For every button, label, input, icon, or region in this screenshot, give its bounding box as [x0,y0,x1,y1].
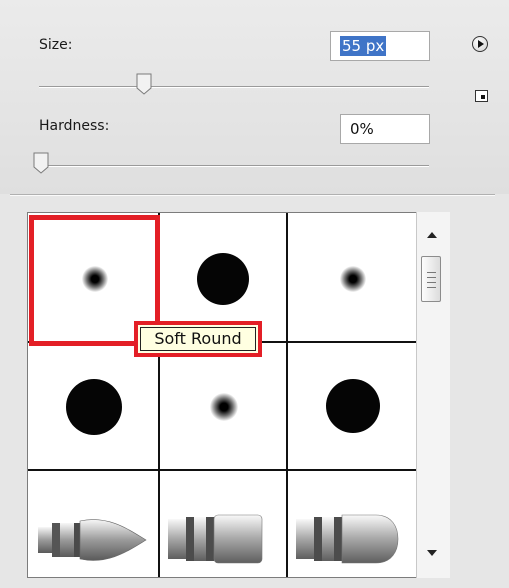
flyout-menu-icon[interactable] [472,36,488,52]
brush-preset-hard-round[interactable] [288,343,418,471]
size-label: Size: [39,37,73,53]
bristle-flat-brush-icon [168,514,263,564]
size-value: 55 px [340,36,387,56]
brush-name-tooltip: Soft Round [134,321,262,357]
tooltip-text: Soft Round [140,327,256,351]
create-new-preset-icon[interactable] [475,90,488,102]
brush-preset-bristle-point[interactable] [28,471,160,577]
hardness-value: 0% [350,120,374,138]
hardness-label: Hardness: [39,118,110,134]
brush-preset-hard-round[interactable] [28,343,160,471]
size-field[interactable]: 55 px [330,31,430,61]
size-slider-track[interactable] [39,86,429,88]
bristle-round-brush-icon [296,514,399,564]
hardness-slider-thumb[interactable] [33,152,49,174]
scrollbar-thumb[interactable] [421,256,441,302]
size-slider-thumb[interactable] [136,73,152,95]
scroll-up-arrow-icon[interactable] [427,232,437,238]
hard-brush-tip [326,379,380,433]
hard-brush-tip [66,379,122,435]
hardness-slider-track[interactable] [39,165,429,167]
soft-brush-tip [210,393,238,421]
brush-preset-bristle-flat[interactable] [160,471,288,577]
brush-preset-bristle-round[interactable] [288,471,418,577]
brush-preset-soft-round[interactable] [160,343,288,471]
hard-brush-tip [197,253,249,305]
brush-preset-soft-round[interactable] [288,213,418,343]
soft-brush-tip [340,266,366,292]
hardness-field[interactable]: 0% [340,114,430,144]
bristle-point-brush-icon [38,519,147,561]
brush-grid-scrollbar[interactable] [416,212,450,578]
scroll-down-arrow-icon[interactable] [427,550,437,556]
panel-divider [10,194,495,196]
